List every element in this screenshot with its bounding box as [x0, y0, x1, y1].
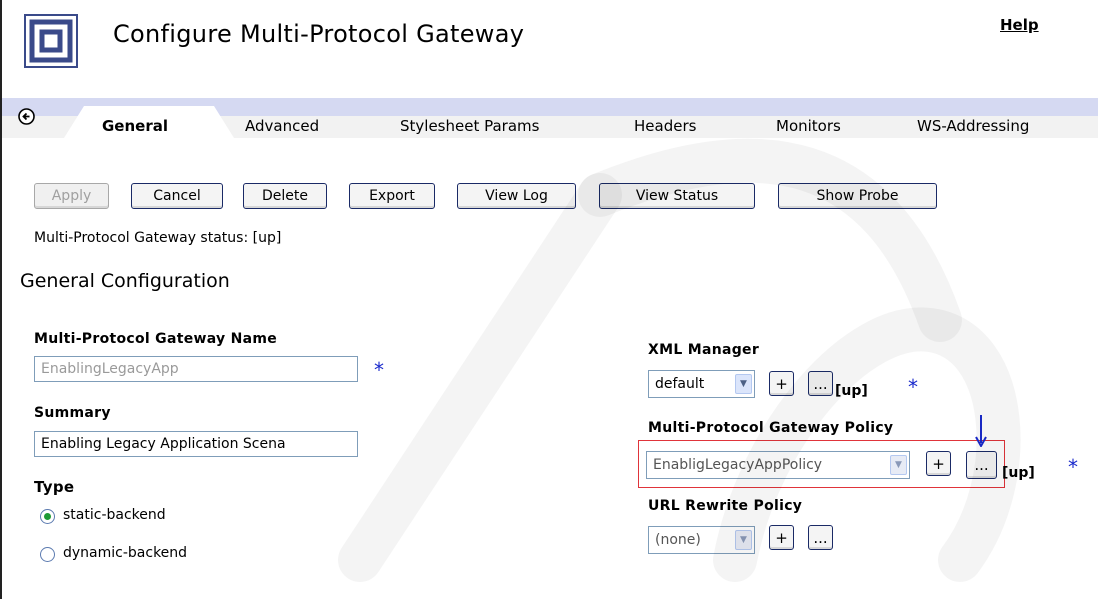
radio-selected-dot	[44, 513, 51, 520]
summary-label: Summary	[34, 405, 111, 421]
xml-manager-label: XML Manager	[648, 342, 760, 358]
back-arrow-icon[interactable]	[18, 108, 35, 125]
required-marker: *	[374, 358, 384, 382]
delete-button[interactable]: Delete	[243, 183, 327, 209]
policy-select[interactable]: EnabligLegacyAppPolicy ▼	[646, 451, 910, 479]
dynamic-backend-label: dynamic-backend	[63, 545, 188, 561]
url-rewrite-add-button[interactable]: +	[769, 525, 794, 550]
left-border	[0, 0, 2, 599]
dynamic-backend-radio[interactable]	[40, 547, 55, 562]
chevron-down-icon: ▼	[735, 530, 752, 550]
policy-value: EnabligLegacyAppPolicy	[653, 457, 823, 473]
view-log-button[interactable]: View Log	[457, 183, 576, 209]
url-rewrite-select[interactable]: (none) ▼	[648, 526, 755, 554]
app-logo-icon	[24, 14, 78, 68]
xml-manager-edit-button[interactable]: ...	[808, 371, 833, 396]
chevron-down-icon: ▼	[890, 455, 907, 475]
xml-manager-status: [up]	[835, 383, 868, 399]
gateway-name-input[interactable]: EnablingLegacyApp	[34, 356, 358, 382]
apply-button[interactable]: Apply	[34, 183, 109, 209]
required-marker: *	[908, 375, 918, 399]
page-title: Configure Multi-Protocol Gateway	[113, 20, 525, 48]
url-rewrite-label: URL Rewrite Policy	[648, 498, 803, 514]
tab-advanced[interactable]: Advanced	[245, 116, 319, 139]
static-backend-label: static-backend	[63, 507, 166, 523]
arrow-down-icon	[975, 415, 987, 447]
cancel-button[interactable]: Cancel	[131, 183, 223, 209]
xml-manager-add-button[interactable]: +	[769, 371, 794, 396]
gateway-name-label: Multi-Protocol Gateway Name	[34, 331, 278, 347]
static-backend-radio[interactable]	[40, 509, 55, 524]
type-label: Type	[34, 478, 75, 496]
required-marker: *	[1068, 455, 1078, 479]
view-status-button[interactable]: View Status	[599, 183, 755, 209]
xml-manager-select[interactable]: default ▼	[648, 370, 755, 398]
policy-add-button[interactable]: +	[926, 451, 951, 476]
url-rewrite-value: (none)	[655, 532, 701, 548]
show-probe-button[interactable]: Show Probe	[778, 183, 937, 209]
summary-input[interactable]: Enabling Legacy Application Scena	[34, 431, 358, 457]
section-title: General Configuration	[20, 270, 230, 292]
tab-stylesheet-params[interactable]: Stylesheet Params	[400, 116, 539, 139]
policy-edit-button[interactable]: ...	[966, 451, 997, 479]
url-rewrite-edit-button[interactable]: ...	[808, 525, 833, 550]
tab-headers[interactable]: Headers	[634, 116, 696, 139]
xml-manager-value: default	[655, 376, 705, 392]
tab-general[interactable]: General	[102, 116, 168, 139]
chevron-down-icon: ▼	[735, 374, 752, 394]
tab-ws-addressing[interactable]: WS-Addressing	[917, 116, 1029, 139]
tab-monitors[interactable]: Monitors	[776, 116, 841, 139]
policy-status: [up]	[1002, 465, 1035, 481]
gateway-status-text: Multi-Protocol Gateway status: [up]	[34, 230, 282, 246]
policy-label: Multi-Protocol Gateway Policy	[648, 420, 894, 436]
export-button[interactable]: Export	[349, 183, 435, 209]
help-link[interactable]: Help	[1000, 16, 1039, 34]
